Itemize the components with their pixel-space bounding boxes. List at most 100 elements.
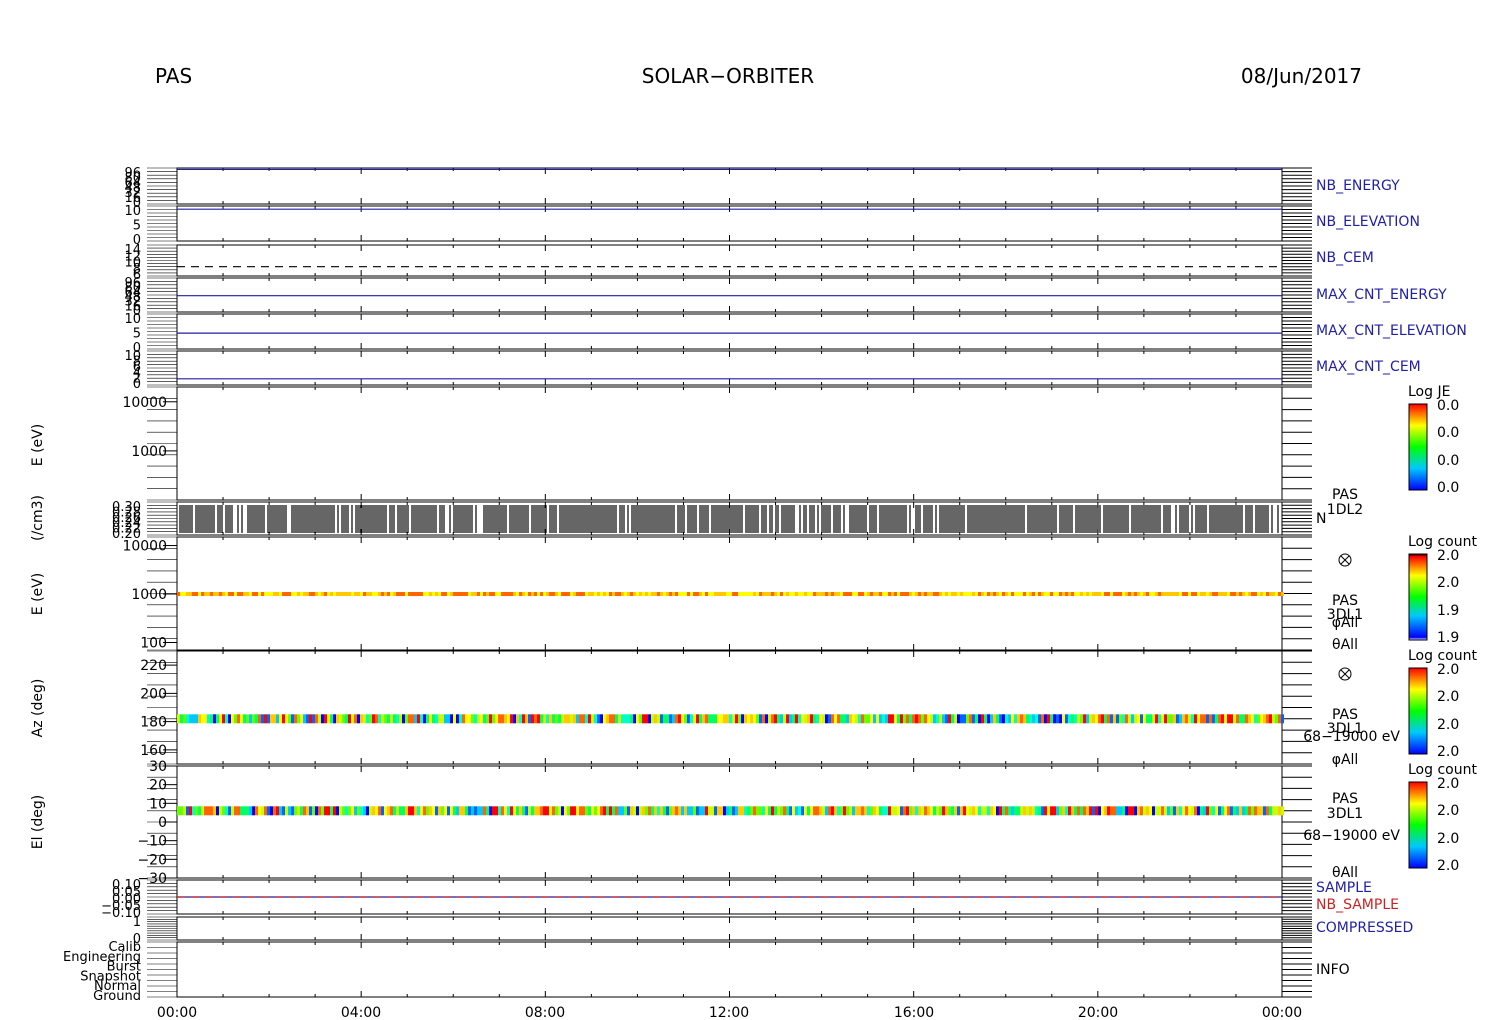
band-cell-8-465 <box>465 592 468 597</box>
band-cell-9-918 <box>918 714 921 724</box>
band-cell-9-951 <box>951 714 954 724</box>
band-cell-9-948 <box>948 714 951 724</box>
band-cell-8-468 <box>468 592 471 597</box>
band-cell-8-1092 <box>1092 592 1095 597</box>
band-cell-10-1056 <box>1056 806 1059 816</box>
band-cell-10-573 <box>573 806 576 816</box>
band-cell-9-708 <box>708 714 711 724</box>
band-cell-8-297 <box>297 592 300 597</box>
band-cell-8-726 <box>726 592 729 597</box>
band-cell-9-504 <box>504 714 507 724</box>
band-cell-9-1137 <box>1137 714 1140 724</box>
band-cell-8-1047 <box>1047 592 1050 597</box>
band-cell-8-318 <box>318 592 321 597</box>
band-cell-10-1116 <box>1116 806 1119 816</box>
band-cell-8-984 <box>984 592 987 597</box>
band-cell-10-399 <box>399 806 402 816</box>
band-cell-8-894 <box>894 592 897 597</box>
band-cell-10-321 <box>321 806 324 816</box>
band-cell-9-612 <box>612 714 615 724</box>
band-cell-8-1002 <box>1002 592 1005 597</box>
band-cell-8-807 <box>807 592 810 597</box>
ytick-label-13-5: Ground <box>93 989 141 1004</box>
band-cell-9-915 <box>915 714 918 724</box>
band-cell-8-1251 <box>1251 592 1254 597</box>
band-cell-10-558 <box>558 806 561 816</box>
band-cell-10-642 <box>642 806 645 816</box>
band-cell-8-495 <box>495 592 498 597</box>
band-cell-9-822 <box>822 714 825 724</box>
band-cell-9-675 <box>675 714 678 724</box>
band-cell-10-678 <box>678 806 681 816</box>
band-cell-9-1176 <box>1176 714 1179 724</box>
band-cell-8-1272 <box>1272 592 1275 597</box>
band-cell-8-222 <box>222 592 225 597</box>
band-cell-8-387 <box>387 592 390 597</box>
band-cell-9-1182 <box>1182 714 1185 724</box>
band-cell-8-1221 <box>1221 592 1224 597</box>
band-cell-8-699 <box>699 592 702 597</box>
ytick-label-1-0: 10 <box>124 204 141 219</box>
band-cell-9-1230 <box>1230 714 1233 724</box>
band-cell-9-1038 <box>1038 714 1041 724</box>
band-cell-8-915 <box>915 592 918 597</box>
band-cell-8-963 <box>963 592 966 597</box>
band-cell-8-1260 <box>1260 592 1263 597</box>
band-cell-10-837 <box>837 806 840 816</box>
band-cell-10-192 <box>192 806 195 816</box>
band-cell-9-1059 <box>1059 714 1062 724</box>
band-cell-9-900 <box>900 714 903 724</box>
band-cell-10-186 <box>186 806 189 816</box>
band-cell-9-216 <box>216 714 219 724</box>
band-cell-10-576 <box>576 806 579 816</box>
band-cell-8-663 <box>663 592 666 597</box>
band-cell-8-417 <box>417 592 420 597</box>
band-cell-10-306 <box>306 806 309 816</box>
band-cell-10-495 <box>495 806 498 816</box>
colorbar-je-tick-0: 0.0 <box>1437 398 1459 414</box>
band-cell-9-1008 <box>1008 714 1011 724</box>
band-cell-8-1248 <box>1248 592 1251 597</box>
band-cell-9-1092 <box>1092 714 1095 724</box>
band-cell-8-1269 <box>1269 592 1272 597</box>
band-cell-9-756 <box>756 714 759 724</box>
band-cell-8-1176 <box>1176 592 1179 597</box>
band-cell-8-852 <box>852 592 855 597</box>
colorbar-elevation <box>1408 781 1428 869</box>
band-cell-10-357 <box>357 806 360 816</box>
band-cell-9-840 <box>840 714 843 724</box>
band-cell-10-1032 <box>1032 806 1035 816</box>
band-cell-10-891 <box>891 806 894 816</box>
band-cell-10-615 <box>615 806 618 816</box>
band-cell-8-501 <box>501 592 504 597</box>
band-cell-10-654 <box>654 806 657 816</box>
xtick-label-6: 00:00 <box>1262 1005 1302 1020</box>
band-cell-10-468 <box>468 806 471 816</box>
band-cell-10-732 <box>732 806 735 816</box>
band-cell-9-750 <box>750 714 753 724</box>
band-cell-9-369 <box>369 714 372 724</box>
xtick-label-0: 00:00 <box>157 1005 197 1020</box>
band-cell-10-570 <box>570 806 573 816</box>
panel-frame-9 <box>176 650 1283 765</box>
band-cell-9-1149 <box>1149 714 1152 724</box>
band-cell-10-888 <box>888 806 891 816</box>
band-cell-8-399 <box>399 592 402 597</box>
band-cell-10-855 <box>855 806 858 816</box>
band-cell-10-1179 <box>1179 806 1182 816</box>
band-cell-8-1038 <box>1038 592 1041 597</box>
label-max-cnt-elevation: MAX_CNT_ELEVATION <box>1316 323 1467 339</box>
band-cell-8-321 <box>321 592 324 597</box>
band-cell-8-759 <box>759 592 762 597</box>
band-cell-9-927 <box>927 714 930 724</box>
band-cell-10-390 <box>390 806 393 816</box>
band-cell-8-822 <box>822 592 825 597</box>
band-cell-8-249 <box>249 592 252 597</box>
band-cell-9-924 <box>924 714 927 724</box>
band-cell-10-1251 <box>1251 806 1254 816</box>
band-cell-9-285 <box>285 714 288 724</box>
band-cell-10-1209 <box>1209 806 1212 816</box>
band-cell-10-843 <box>843 806 846 816</box>
band-cell-9-921 <box>921 714 924 724</box>
band-cell-9-399 <box>399 714 402 724</box>
